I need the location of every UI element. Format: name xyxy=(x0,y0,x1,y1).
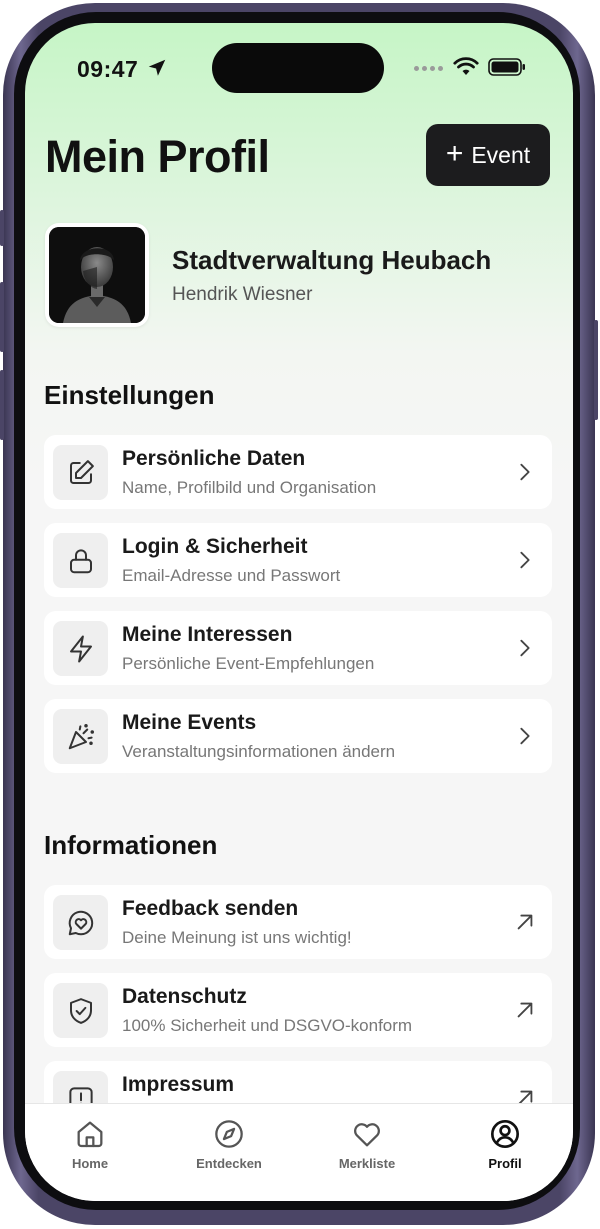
info-item-title: Impressum xyxy=(122,1073,235,1096)
tab-bar: Home Entdecken Merkliste Profil xyxy=(25,1103,573,1201)
chevron-right-icon xyxy=(520,551,530,569)
tab-watchlist[interactable]: Merkliste xyxy=(317,1118,417,1171)
section-title-settings: Einstellungen xyxy=(44,380,215,410)
settings-item-interests[interactable]: Meine Interessen Persönliche Event-Empfe… xyxy=(44,611,552,685)
profile-name: Stadtverwaltung Heubach xyxy=(172,245,492,275)
chevron-right-icon xyxy=(520,463,530,481)
settings-item-title: Meine Interessen xyxy=(122,623,293,646)
tab-home[interactable]: Home xyxy=(40,1118,140,1171)
shield-check-icon xyxy=(53,983,108,1038)
side-button-volume-up xyxy=(0,282,4,352)
settings-item-subtitle: Name, Profilbild und Organisation xyxy=(122,478,377,497)
avatar[interactable] xyxy=(45,223,149,327)
settings-item-subtitle: Veranstaltungsinformationen ändern xyxy=(122,742,396,761)
location-arrow-icon xyxy=(148,59,166,76)
status-time: 09:47 xyxy=(77,56,139,82)
battery-icon xyxy=(488,58,525,76)
plus-icon: + xyxy=(445,136,464,170)
info-item-feedback[interactable]: Feedback senden Deine Meinung ist uns wi… xyxy=(44,885,552,959)
heart-icon xyxy=(354,1123,380,1147)
settings-item-login-security[interactable]: Login & Sicherheit Email-Adresse und Pas… xyxy=(44,523,552,597)
screen: 09:47 Mein Profil + Event Stadtverwaltun… xyxy=(25,23,573,1201)
compass-icon xyxy=(215,1120,243,1148)
add-event-button-label: Event xyxy=(471,141,531,168)
settings-item-title: Meine Events xyxy=(122,711,257,734)
info-item-privacy[interactable]: Datenschutz 100% Sicherheit und DSGVO-ko… xyxy=(44,973,552,1047)
tab-label: Merkliste xyxy=(338,1156,396,1171)
profile-icon xyxy=(491,1120,519,1148)
add-event-button[interactable]: + Event xyxy=(426,124,550,186)
profile-subtitle: Hendrik Wiesner xyxy=(172,284,313,305)
settings-item-my-events[interactable]: Meine Events Veranstaltungsinformationen… xyxy=(44,699,552,773)
chevron-right-icon xyxy=(520,727,530,745)
arrow-up-right-icon xyxy=(517,1002,533,1018)
settings-item-title: Persönliche Daten xyxy=(122,447,306,470)
tab-label: Profil xyxy=(488,1156,522,1171)
lock-icon xyxy=(53,533,108,588)
tab-discover[interactable]: Entdecken xyxy=(179,1118,279,1171)
info-item-title: Datenschutz xyxy=(122,985,247,1008)
settings-item-subtitle: Email-Adresse und Passwort xyxy=(122,566,341,585)
settings-item-title: Login & Sicherheit xyxy=(122,535,308,558)
settings-item-personal-data[interactable]: Persönliche Daten Name, Profilbild und O… xyxy=(44,435,552,509)
section-title-information: Informationen xyxy=(44,830,218,860)
info-item-subtitle: Deine Meinung ist uns wichtig! xyxy=(122,928,352,947)
page-title: Mein Profil xyxy=(45,131,270,182)
edit-icon xyxy=(53,445,108,500)
avatar-photo xyxy=(49,227,145,323)
tab-label: Entdecken xyxy=(196,1156,262,1171)
settings-item-subtitle: Persönliche Event-Empfehlungen xyxy=(122,654,375,673)
side-button-action xyxy=(0,210,4,246)
info-item-subtitle: 100% Sicherheit und DSGVO-konform xyxy=(122,1016,413,1035)
feedback-heart-icon xyxy=(53,895,108,950)
info-item-title: Feedback senden xyxy=(122,897,299,920)
chevron-right-icon xyxy=(520,639,530,657)
tab-label: Home xyxy=(71,1156,109,1171)
signal-icon xyxy=(414,66,443,71)
wifi-icon xyxy=(453,57,479,75)
side-button-volume-down xyxy=(0,370,4,440)
tab-profile[interactable]: Profil xyxy=(455,1118,555,1171)
lightning-icon xyxy=(53,621,108,676)
side-button-power xyxy=(594,320,598,420)
arrow-up-right-icon xyxy=(517,914,533,930)
dynamic-island xyxy=(212,43,384,93)
home-icon xyxy=(77,1121,103,1148)
party-popper-icon xyxy=(53,709,108,764)
